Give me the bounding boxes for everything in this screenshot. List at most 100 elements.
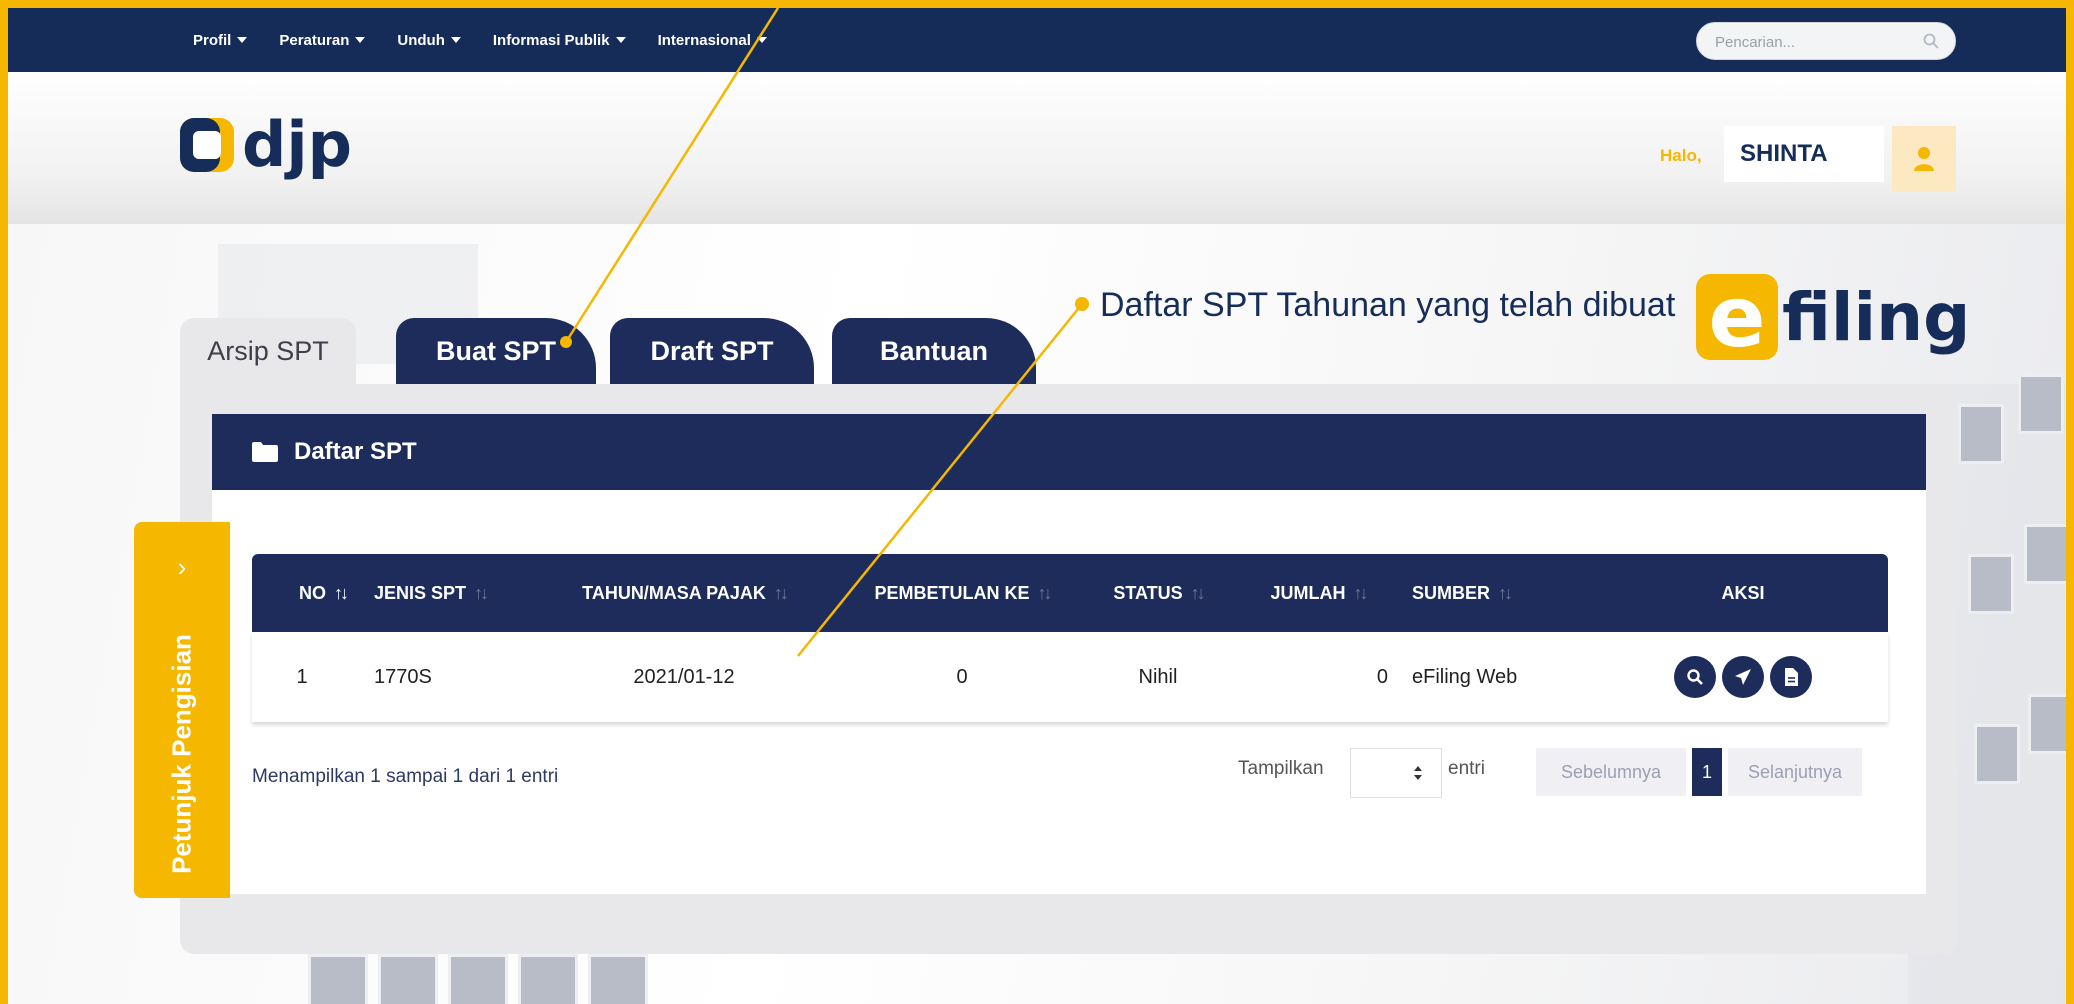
bg-window bbox=[2028, 694, 2066, 754]
petunjuk-pengisian-tab[interactable]: › Petunjuk Pengisian bbox=[134, 522, 230, 898]
sort-icon: ↑↓ bbox=[334, 582, 349, 603]
col-tahun-masa-pajak[interactable]: TAHUN/MASA PAJAK ↑↓ bbox=[522, 554, 846, 632]
search-icon bbox=[1687, 669, 1703, 685]
card-header: Daftar SPT bbox=[212, 414, 1926, 490]
tab-arsip-spt[interactable]: Arsip SPT bbox=[180, 318, 356, 384]
page-size-select[interactable] bbox=[1350, 748, 1442, 798]
next-page-button[interactable]: Selanjutnya bbox=[1728, 748, 1862, 796]
sort-icon: ↑↓ bbox=[773, 582, 789, 603]
search-input[interactable] bbox=[1715, 31, 1915, 53]
menu-label: Informasi Publik bbox=[492, 31, 610, 49]
cell-aksi bbox=[1598, 632, 1888, 722]
user-icon bbox=[1914, 147, 1934, 171]
caret-down-icon bbox=[355, 37, 366, 43]
username[interactable]: SHINTA bbox=[1724, 126, 1884, 182]
document-button[interactable] bbox=[1770, 656, 1812, 698]
select-arrows-icon bbox=[1414, 766, 1422, 780]
prev-page-button[interactable]: Sebelumnya bbox=[1536, 748, 1686, 796]
tab-draft-spt[interactable]: Draft SPT bbox=[610, 318, 814, 384]
menu-label: Internasional bbox=[657, 31, 751, 49]
annotation-text: Daftar SPT Tahunan yang telah dibuat bbox=[1100, 286, 1676, 324]
sort-icon: ↑↓ bbox=[474, 582, 489, 603]
bg-window bbox=[1968, 554, 2014, 614]
bg-window bbox=[588, 954, 648, 1004]
entri-label: entri bbox=[1448, 758, 1485, 779]
efiling-e-icon: e bbox=[1696, 274, 1778, 360]
djp-logo-icon bbox=[180, 118, 234, 172]
spt-table: NO ↑↓ JENIS SPT ↑↓ TAHUN/MASA PAJAK ↑↓ PEMB… bbox=[252, 554, 1888, 722]
col-label: PEMBETULAN KE bbox=[874, 582, 1030, 603]
show-label: Tampilkan bbox=[1238, 758, 1324, 779]
cell-jenis-spt: 1770S bbox=[374, 665, 432, 688]
menu-label: Peraturan bbox=[279, 31, 350, 49]
card-title: Daftar SPT bbox=[294, 438, 417, 465]
bg-window bbox=[1974, 724, 2020, 784]
caret-down-icon bbox=[237, 37, 248, 43]
menu-unduh[interactable]: Unduh bbox=[397, 31, 461, 49]
side-guide-label: Petunjuk Pengisian bbox=[166, 634, 197, 874]
bg-window bbox=[2024, 524, 2066, 584]
cell-pembetulan-ke: 0 bbox=[956, 665, 968, 688]
col-label: STATUS bbox=[1113, 582, 1183, 603]
djp-logo[interactable]: djp bbox=[178, 114, 352, 176]
col-jenis-spt[interactable]: JENIS SPT ↑↓ bbox=[352, 554, 522, 632]
col-label: JUMLAH bbox=[1270, 582, 1346, 603]
sort-icon: ↑↓ bbox=[1190, 582, 1206, 603]
col-aksi: AKSI bbox=[1598, 554, 1888, 632]
menu-peraturan[interactable]: Peraturan bbox=[279, 31, 366, 49]
caret-down-icon bbox=[615, 37, 626, 43]
folder-icon bbox=[252, 442, 278, 462]
tab-bantuan[interactable]: Bantuan bbox=[832, 318, 1036, 384]
col-jumlah[interactable]: JUMLAH ↑↓ bbox=[1238, 554, 1398, 632]
col-label: AKSI bbox=[1721, 582, 1765, 603]
page-number-button[interactable]: 1 bbox=[1692, 748, 1722, 796]
menu-label: Profil bbox=[193, 31, 232, 49]
search-box bbox=[1696, 22, 1956, 60]
bg-window bbox=[378, 954, 438, 1004]
caret-down-icon bbox=[756, 37, 767, 43]
cell-no: 1 bbox=[296, 665, 308, 688]
site-header: djp Halo, SHINTA bbox=[8, 72, 2066, 224]
send-icon bbox=[1735, 669, 1751, 685]
menu-informasi-publik[interactable]: Informasi Publik bbox=[493, 32, 626, 49]
user-avatar[interactable] bbox=[1892, 126, 1956, 192]
logo-text: djp bbox=[242, 108, 353, 181]
sort-icon: ↑↓ bbox=[1353, 582, 1369, 603]
tab-buat-spt[interactable]: Buat SPT bbox=[396, 318, 596, 384]
bg-window bbox=[448, 954, 508, 1004]
view-button[interactable] bbox=[1674, 656, 1716, 698]
bg-window bbox=[2018, 374, 2064, 434]
sort-icon: ↑↓ bbox=[1498, 582, 1513, 603]
menu-label: Unduh bbox=[397, 31, 445, 49]
col-status[interactable]: STATUS ↑↓ bbox=[1078, 554, 1238, 632]
screenshot-frame: Profil Peraturan Unduh Informasi Publik … bbox=[0, 0, 2074, 1004]
greeting-text: Halo, bbox=[1660, 146, 1702, 165]
col-pembetulan-ke[interactable]: PEMBETULAN KE ↑↓ bbox=[846, 554, 1078, 632]
cell-jumlah: 0 bbox=[1376, 665, 1388, 688]
cell-tahun-masa-pajak: 2021/01-12 bbox=[633, 665, 735, 688]
col-label: SUMBER bbox=[1412, 582, 1491, 603]
document-icon bbox=[1785, 668, 1798, 686]
spt-list-card: Daftar SPT NO ↑↓ JENIS SPT ↑↓ TAHUN/MASA P… bbox=[212, 414, 1926, 894]
cell-status: Nihil bbox=[1138, 665, 1178, 688]
col-sumber[interactable]: SUMBER ↑↓ bbox=[1398, 554, 1598, 632]
search-icon[interactable] bbox=[1923, 33, 1939, 49]
col-no[interactable]: NO ↑↓ bbox=[252, 554, 352, 632]
table-row[interactable]: 1 1770S 2021/01-12 0 Nihil 0 eFiling Web bbox=[252, 632, 1888, 722]
col-label: NO bbox=[299, 582, 326, 603]
sort-icon: ↑↓ bbox=[1037, 582, 1053, 603]
cell-sumber: eFiling Web bbox=[1412, 665, 1518, 688]
col-label: TAHUN/MASA PAJAK bbox=[582, 582, 766, 603]
menu-profil[interactable]: Profil bbox=[193, 31, 248, 49]
table-info: Menampilkan 1 sampai 1 dari 1 entri bbox=[252, 766, 559, 787]
bg-window bbox=[1958, 404, 2004, 464]
efiling-logo: e filing bbox=[1696, 274, 1970, 360]
col-label: JENIS SPT bbox=[374, 582, 467, 603]
send-button[interactable] bbox=[1722, 656, 1764, 698]
top-menu: Profil Peraturan Unduh Informasi Publik … bbox=[193, 8, 799, 72]
menu-internasional[interactable]: Internasional bbox=[658, 32, 767, 49]
bg-window bbox=[518, 954, 578, 1004]
table-header: NO ↑↓ JENIS SPT ↑↓ TAHUN/MASA PAJAK ↑↓ PEMB… bbox=[252, 554, 1888, 632]
chevron-right-icon: › bbox=[177, 552, 187, 582]
caret-down-icon bbox=[450, 37, 461, 43]
